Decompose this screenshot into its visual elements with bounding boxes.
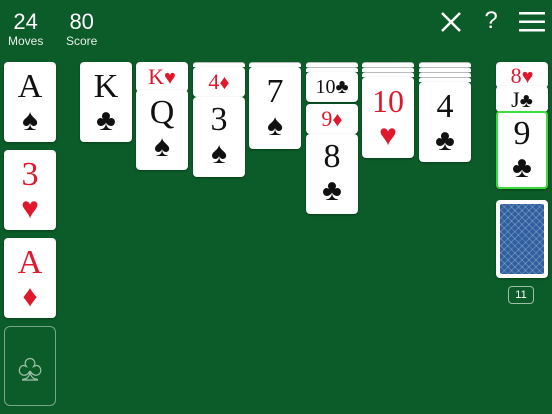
moves-value: 24: [13, 9, 38, 34]
foundation-clubs-empty[interactable]: ♣: [4, 326, 56, 406]
menu-icon: [519, 12, 545, 32]
card-label: 10♣: [306, 76, 358, 99]
card-rank: A: [17, 244, 43, 281]
help-icon: ?: [484, 7, 498, 34]
tableau-4-top-card[interactable]: 7 ♠: [249, 67, 301, 149]
club-icon: ♣: [322, 174, 342, 207]
spade-icon: ♠: [211, 137, 227, 170]
card-rank: 9: [513, 115, 531, 152]
stock-count-badge: 11: [508, 286, 534, 304]
diamond-icon: ♦: [22, 280, 38, 313]
diamond-icon: ♦: [332, 109, 343, 131]
card-label: 9♦: [306, 106, 358, 132]
heart-icon: ♥: [164, 67, 176, 89]
tableau-3-card-1[interactable]: 4♦: [193, 67, 245, 97]
tableau-3-top-card[interactable]: 3 ♠: [193, 97, 245, 177]
card-rank: 4: [208, 69, 220, 94]
heart-icon: ♥: [521, 66, 534, 88]
club-icon: ♣: [335, 76, 349, 98]
card-rank: K: [93, 68, 119, 105]
tableau-2-top-card[interactable]: Q ♠: [136, 90, 188, 170]
card-rank: 8: [510, 63, 522, 88]
tableau-5-card-2[interactable]: 9♦: [306, 104, 358, 134]
waste-card-1: 8♥: [496, 62, 548, 88]
stock-pile[interactable]: [496, 200, 548, 278]
tableau-7-top-card[interactable]: 4 ♣: [419, 82, 471, 162]
spade-icon: ♠: [154, 130, 170, 163]
heart-icon: ♥: [379, 119, 397, 152]
card-rank: 8: [323, 138, 341, 175]
card-rank: 3: [21, 156, 39, 193]
card-rank: 3: [210, 101, 228, 138]
score-label: Score: [66, 34, 98, 48]
card-label: 4♦: [193, 69, 245, 95]
foundation-diamonds[interactable]: A ♦: [4, 238, 56, 318]
moves-label: Moves: [8, 34, 44, 48]
card-rank: K: [148, 64, 164, 89]
heart-icon: ♥: [21, 192, 39, 225]
card-label: J♣: [496, 87, 548, 113]
tableau-5-top-card[interactable]: 8 ♣: [306, 134, 358, 214]
waste-top-card[interactable]: 9 ♣: [496, 111, 548, 189]
foundation-hearts[interactable]: 3 ♥: [4, 150, 56, 230]
card-rank: 10: [372, 83, 404, 119]
card-rank: 7: [266, 73, 284, 110]
card-rank: 9: [321, 106, 333, 131]
moves-stat: 24 Moves: [8, 9, 44, 49]
club-icon: ♣: [96, 104, 116, 137]
tableau-6-top-card[interactable]: 10 ♥: [362, 77, 414, 158]
score-value: 80: [69, 9, 94, 34]
tableau-2-card-1[interactable]: K♥: [136, 62, 188, 92]
club-outline-icon: ♣: [18, 346, 43, 388]
tableau-1-top-card[interactable]: K ♣: [80, 62, 132, 142]
diamond-icon: ♦: [219, 72, 230, 94]
club-icon: ♣: [435, 124, 455, 157]
spade-icon: ♠: [22, 104, 38, 137]
card-rank: J: [511, 87, 520, 112]
club-icon: ♣: [519, 90, 533, 112]
club-icon: ♣: [512, 151, 532, 184]
foundation-spades[interactable]: A ♠: [4, 62, 56, 142]
card-label: K♥: [136, 64, 188, 90]
menu-button[interactable]: [518, 10, 546, 34]
close-button[interactable]: [440, 11, 462, 33]
card-rank: Q: [149, 94, 175, 131]
close-icon: [441, 12, 461, 32]
card-rank: A: [17, 68, 43, 105]
score-stat: 80 Score: [66, 9, 98, 49]
spade-icon: ♠: [267, 109, 283, 142]
waste-card-2: J♣: [496, 86, 548, 112]
card-back: [500, 204, 544, 274]
card-rank: 10: [315, 76, 336, 98]
help-button[interactable]: ?: [482, 8, 500, 34]
card-rank: 4: [436, 88, 454, 125]
tableau-5-card-1[interactable]: 10♣: [306, 72, 358, 102]
